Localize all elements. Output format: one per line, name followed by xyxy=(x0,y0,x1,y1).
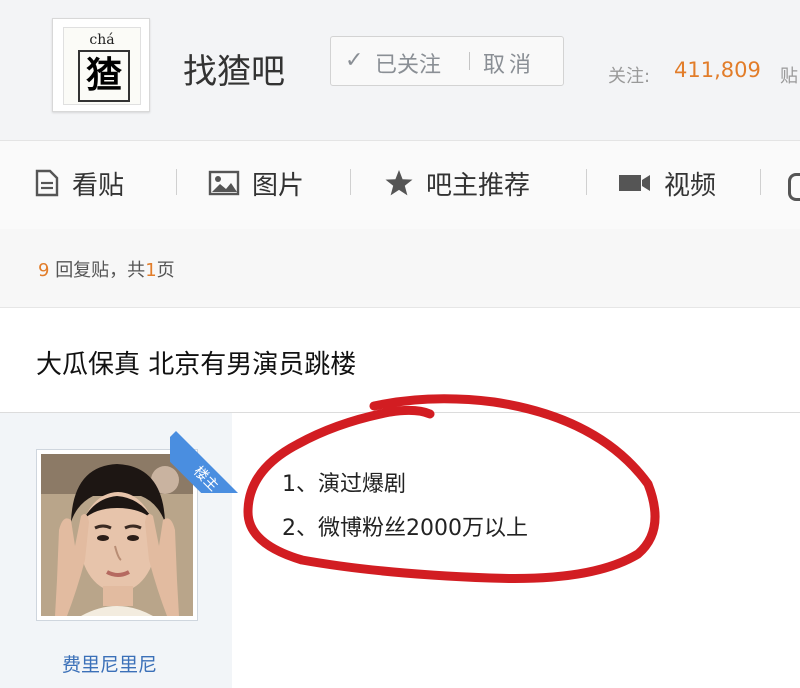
tab-images[interactable]: 图片 xyxy=(208,165,304,201)
owner-badge-label: 楼主 xyxy=(170,431,250,493)
followers-count: 411,809 xyxy=(674,58,761,82)
image-icon xyxy=(208,170,240,196)
red-circle-annotation xyxy=(243,394,660,583)
followers-label: 关注: xyxy=(608,66,651,87)
page-count: 1 xyxy=(145,260,157,281)
reply-text: 回复贴，共 xyxy=(55,260,146,281)
divider xyxy=(469,52,470,70)
logo-frame: chá 猹 xyxy=(63,27,141,105)
more-icon[interactable] xyxy=(788,173,800,201)
logo-pinyin: chá xyxy=(89,32,115,48)
forum-nav-bar: 看贴 图片 吧主推荐 视频 xyxy=(0,140,800,230)
posts-label: 贴 xyxy=(780,66,798,87)
nav-divider xyxy=(350,169,351,195)
thread-title: 大瓜保真 北京有男演员跳楼 xyxy=(36,350,357,380)
nav-divider xyxy=(176,169,177,195)
followed-label: 已关注 xyxy=(375,53,442,78)
star-icon xyxy=(385,170,413,196)
tab-videos-label: 视频 xyxy=(664,170,717,201)
forum-logo[interactable]: chá 猹 xyxy=(52,18,150,112)
tab-moderator-picks[interactable]: 吧主推荐 xyxy=(384,165,530,201)
video-icon xyxy=(619,175,650,191)
forum-header: chá 猹 找猹吧 ✓ 已关注 取消 关注: 411,809 贴 xyxy=(0,0,800,140)
owner-badge: 楼主 xyxy=(170,413,250,493)
tab-posts[interactable]: 看贴 xyxy=(34,165,124,201)
tab-posts-label: 看贴 xyxy=(72,170,125,201)
unfollow-button[interactable]: 取消 xyxy=(483,47,535,79)
follow-status-box: ✓ 已关注 取消 xyxy=(330,36,564,86)
tab-videos[interactable]: 视频 xyxy=(618,165,716,201)
logo-character: 猹 xyxy=(78,50,130,102)
checkmark-icon: ✓ xyxy=(345,48,364,73)
reply-count: 9 xyxy=(38,260,50,281)
author-name[interactable]: 费里尼里尼 xyxy=(62,650,157,677)
reply-summary: 9 回复贴，共1页 xyxy=(38,256,175,282)
tab-moderator-picks-label: 吧主推荐 xyxy=(426,170,531,201)
forum-name[interactable]: 找猹吧 xyxy=(183,44,285,93)
nav-divider xyxy=(760,169,761,195)
tab-images-label: 图片 xyxy=(252,170,305,201)
nav-divider xyxy=(586,169,587,195)
reply-info-bar: 9 回复贴，共1页 xyxy=(0,229,800,308)
page-text: 页 xyxy=(156,260,175,281)
document-icon xyxy=(35,169,59,197)
